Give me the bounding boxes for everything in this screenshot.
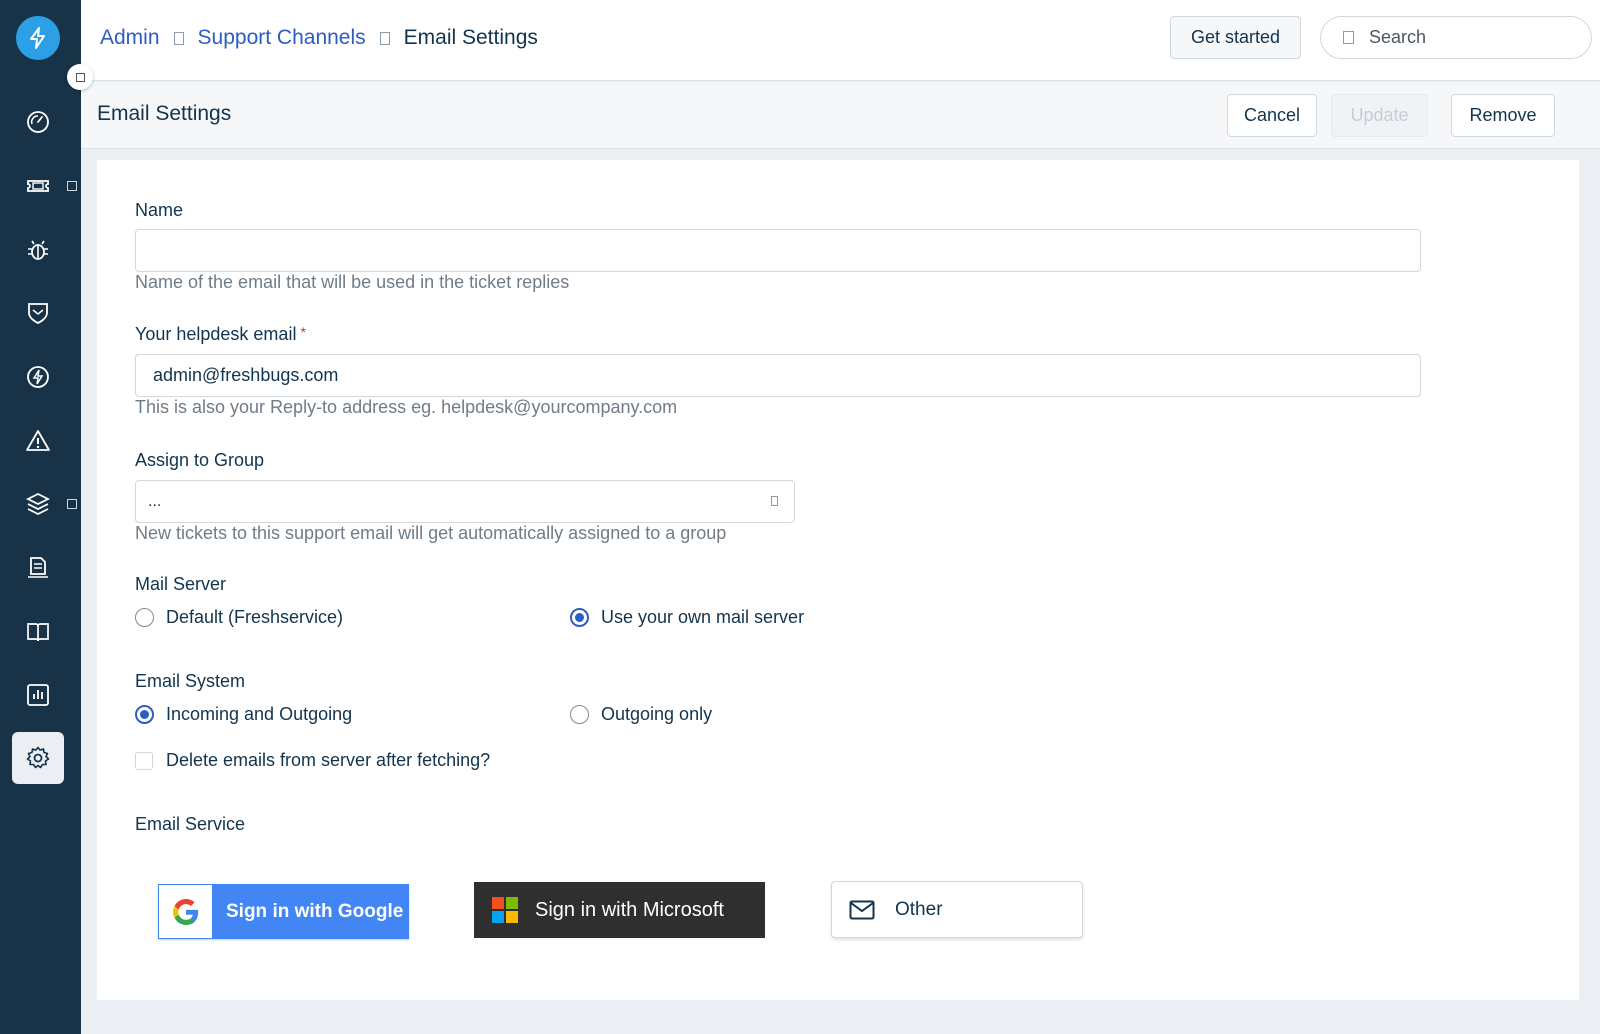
helpdesk-email-field[interactable] [135, 354, 1421, 397]
tickets-submenu-toggle[interactable] [67, 181, 77, 191]
mail-server-default-option[interactable]: Default (Freshservice) [135, 607, 343, 628]
radio-label: Outgoing only [601, 704, 713, 724]
radio-label: Incoming and Outgoing [166, 704, 353, 724]
other-email-service-button[interactable]: Other [831, 881, 1083, 938]
helpdesk-email-label: Your helpdesk email * [135, 324, 306, 345]
page-header: Email Settings Cancel Update Remove [81, 82, 1600, 149]
top-header: Admin Support Channels Email Settings Ge… [81, 0, 1600, 81]
breadcrumb: Admin Support Channels Email Settings [100, 26, 538, 50]
radio-button[interactable] [135, 608, 154, 627]
bug-icon [28, 240, 48, 260]
microsoft-button-label: Sign in with Microsoft [535, 898, 724, 921]
sidebar-item-analytics[interactable] [12, 669, 64, 721]
radio-label: Default (Freshservice) [166, 607, 344, 627]
helpdesk-email-label-text: Your helpdesk email [135, 324, 297, 344]
sidebar-item-problems[interactable] [12, 224, 64, 276]
sidebar-item-dashboard[interactable] [12, 96, 64, 148]
google-button-label: Sign in with Google [226, 900, 404, 922]
sidebar-item-tickets[interactable] [12, 160, 64, 212]
sidebar-item-assets[interactable] [12, 478, 64, 530]
shield-icon [28, 303, 48, 324]
radio-button-checked[interactable] [135, 705, 154, 724]
search-input[interactable]: Search [1320, 16, 1592, 59]
alert-triangle-icon [26, 430, 50, 451]
mail-server-label: Mail Server [135, 574, 227, 594]
document-icon [28, 557, 48, 578]
bolt-logo-icon [30, 27, 45, 49]
sidebar-item-contracts[interactable] [12, 542, 64, 594]
google-logo-icon [159, 885, 212, 938]
assign-group-hint: New tickets to this support email will g… [135, 523, 727, 543]
name-field[interactable] [135, 229, 1421, 272]
assign-group-value: ... [148, 492, 162, 510]
other-button-label: Other [895, 898, 943, 920]
email-system-outgoing-only-option[interactable]: Outgoing only [570, 704, 712, 725]
envelope-icon [849, 900, 875, 919]
mail-server-own-option[interactable]: Use your own mail server [570, 607, 804, 628]
layers-icon [25, 492, 51, 516]
get-started-button[interactable]: Get started [1170, 16, 1301, 59]
search-placeholder: Search [1369, 27, 1427, 47]
bar-chart-icon [27, 684, 49, 706]
chevron-down-icon [771, 496, 778, 506]
radio-button[interactable] [570, 705, 589, 724]
delete-emails-label: Delete emails from server after fetching… [166, 750, 491, 770]
email-system-incoming-outgoing-option[interactable]: Incoming and Outgoing [135, 704, 352, 725]
search-icon [1343, 31, 1354, 44]
remove-button[interactable]: Remove [1451, 94, 1555, 137]
sidebar-collapse-toggle[interactable] [67, 64, 93, 90]
radio-button-checked[interactable] [570, 608, 589, 627]
bolt-icon [27, 366, 49, 388]
breadcrumb-admin[interactable]: Admin [100, 26, 160, 50]
radio-label: Use your own mail server [601, 607, 805, 627]
required-marker: * [300, 324, 306, 340]
delete-emails-checkbox[interactable] [135, 751, 153, 770]
delete-emails-checkbox-row[interactable]: Delete emails from server after fetching… [135, 750, 490, 771]
sidebar-item-changes[interactable] [12, 287, 64, 339]
sign-in-google-button[interactable]: Sign in with Google [158, 884, 409, 939]
cancel-button[interactable]: Cancel [1227, 94, 1317, 137]
sidebar-item-solutions[interactable] [12, 606, 64, 658]
chevron-right-icon [379, 31, 390, 45]
sidebar-item-releases[interactable] [12, 351, 64, 403]
name-label: Name [135, 200, 184, 220]
gauge-icon [27, 111, 49, 133]
update-button[interactable]: Update [1331, 94, 1428, 137]
assign-group-label: Assign to Group [135, 450, 265, 470]
sidebar-item-admin[interactable] [12, 732, 64, 784]
gear-icon [26, 746, 50, 769]
chevron-right-icon [173, 31, 184, 45]
assets-submenu-toggle[interactable] [67, 499, 77, 509]
email-settings-form: Name Name of the email that will be used… [97, 160, 1579, 1000]
sign-in-microsoft-button[interactable]: Sign in with Microsoft [474, 882, 765, 938]
breadcrumb-current: Email Settings [403, 26, 538, 49]
microsoft-logo-icon [492, 897, 518, 923]
book-icon [27, 623, 49, 642]
sidebar-item-alerts[interactable] [12, 415, 64, 467]
email-system-label: Email System [135, 671, 246, 691]
app-logo[interactable] [16, 16, 60, 60]
assign-group-select[interactable]: ... [135, 480, 795, 523]
sidebar [0, 0, 81, 1034]
ticket-icon [27, 180, 49, 192]
email-service-label: Email Service [135, 814, 246, 834]
name-hint: Name of the email that will be used in t… [135, 272, 570, 292]
page-title: Email Settings [97, 102, 232, 125]
helpdesk-email-hint: This is also your Reply-to address eg. h… [135, 397, 678, 417]
breadcrumb-support-channels[interactable]: Support Channels [198, 26, 366, 50]
